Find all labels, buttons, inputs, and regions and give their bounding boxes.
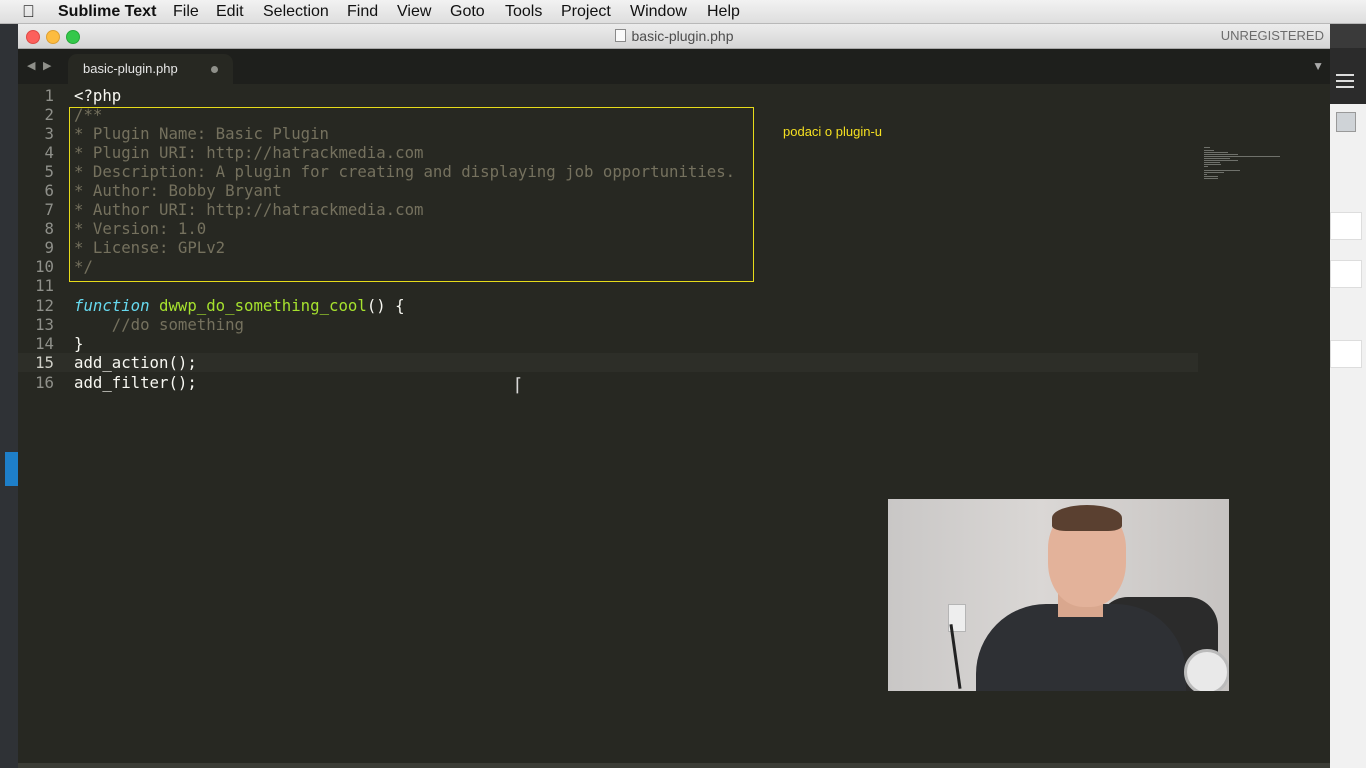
menu-file[interactable]: File	[173, 3, 199, 21]
menu-window[interactable]: Window	[630, 3, 687, 21]
code-text: //do something	[74, 315, 245, 334]
microphone	[1184, 649, 1229, 691]
webcam-overlay	[888, 499, 1229, 691]
line-number: 5	[44, 162, 54, 181]
menu-find[interactable]: Find	[347, 3, 378, 21]
line-number: 12	[35, 296, 54, 315]
window-title: basic-plugin.php	[18, 28, 1330, 44]
line-number: 8	[44, 219, 54, 238]
line-number: 11	[35, 276, 54, 295]
triangle-left-icon[interactable]: ◀	[27, 59, 35, 72]
apple-icon[interactable]: 	[22, 2, 35, 22]
tab-label: basic-plugin.php	[83, 61, 178, 76]
cable	[949, 624, 962, 689]
menu-edit[interactable]: Edit	[216, 3, 244, 21]
code-line: 13 //do something	[18, 315, 1198, 334]
presenter-hair	[1052, 505, 1122, 531]
background-admin-topbar	[1330, 48, 1366, 104]
code-line: 16 add_filter();	[18, 373, 1198, 392]
horizontal-scrollbar[interactable]	[18, 763, 1330, 768]
line-number: 13	[35, 315, 54, 334]
line-number: 7	[44, 200, 54, 219]
license-status: UNREGISTERED	[1220, 28, 1324, 43]
code-line: 12 function dwwp_do_something_cool() {	[18, 296, 1198, 315]
background-accent	[5, 452, 18, 486]
line-number: 16	[35, 373, 54, 392]
line-number: 2	[44, 105, 54, 124]
keyword-function: function	[74, 296, 150, 315]
menu-goto[interactable]: Goto	[450, 3, 485, 21]
background-field	[1330, 212, 1362, 240]
menu-project[interactable]: Project	[561, 3, 611, 21]
line-number: 15	[35, 353, 54, 372]
tab-basic-plugin[interactable]: basic-plugin.php	[68, 54, 233, 84]
background-admin-sidebar	[0, 24, 18, 768]
plugin-header-highlight	[69, 107, 754, 282]
unsaved-dot-icon[interactable]	[211, 66, 218, 73]
line-number: 3	[44, 124, 54, 143]
menu-tools[interactable]: Tools	[505, 3, 542, 21]
code-line: 1 <?php	[18, 86, 1198, 105]
code-text: <?php	[74, 86, 122, 105]
code-line-current: 15 add_action();	[18, 353, 1198, 372]
hamburger-icon	[1336, 74, 1354, 88]
text-cursor-icon: ⌈	[515, 375, 523, 396]
triangle-right-icon[interactable]: ▶	[43, 59, 51, 72]
menu-selection[interactable]: Selection	[263, 3, 329, 21]
line-number: 10	[35, 257, 54, 276]
triangle-down-icon[interactable]: ▼	[1312, 59, 1324, 73]
menu-app-name[interactable]: Sublime Text	[58, 3, 156, 21]
code-line: 14 }	[18, 334, 1198, 353]
code-text: }	[74, 334, 84, 353]
code-text: function dwwp_do_something_cool() {	[74, 296, 405, 315]
code-text: add_filter();	[74, 373, 197, 392]
line-number: 9	[44, 238, 54, 257]
annotation-label: podaci o plugin-u	[783, 124, 883, 139]
code-text: add_action();	[74, 353, 197, 372]
line-number: 14	[35, 334, 54, 353]
line-number: 1	[44, 86, 54, 105]
menu-bar:  Sublime Text File Edit Selection Find …	[0, 0, 1366, 24]
presenter-body	[976, 604, 1186, 691]
menu-help[interactable]: Help	[707, 3, 740, 21]
title-bar: basic-plugin.php UNREGISTERED	[18, 24, 1330, 49]
background-field	[1330, 340, 1362, 368]
avatar-icon	[1336, 112, 1356, 132]
line-number: 6	[44, 181, 54, 200]
line-number: 4	[44, 143, 54, 162]
background-admin-panel	[1330, 48, 1366, 768]
document-icon	[614, 29, 626, 42]
window-title-text: basic-plugin.php	[631, 28, 734, 44]
code-punctuation: () {	[366, 296, 405, 315]
background-field	[1330, 260, 1362, 288]
minimap[interactable]	[1204, 147, 1284, 187]
menu-view[interactable]: View	[397, 3, 431, 21]
function-name: dwwp_do_something_cool	[159, 296, 367, 315]
tab-bar: ◀ ▶ basic-plugin.php ▼	[18, 49, 1330, 84]
